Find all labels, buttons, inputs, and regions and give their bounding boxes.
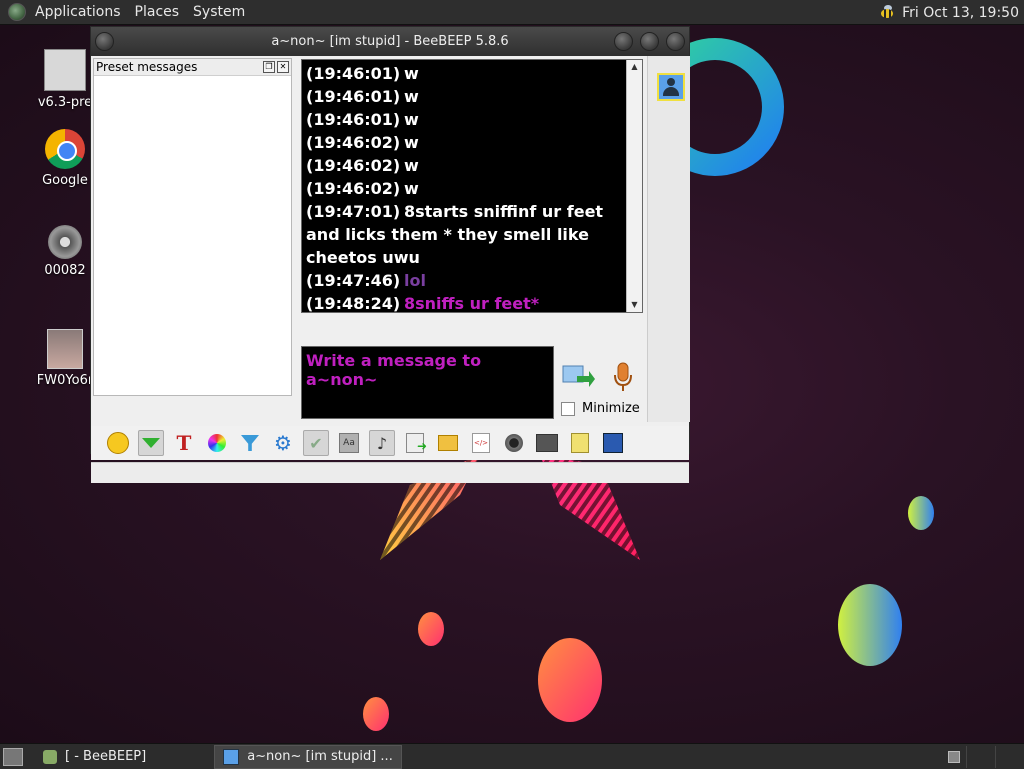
emoticon-icon[interactable] bbox=[105, 430, 131, 456]
close-panel-icon[interactable]: ✕ bbox=[277, 61, 289, 73]
system-tray: Fri Oct 13, 19:50 bbox=[878, 0, 1024, 25]
minimize-button[interactable] bbox=[614, 32, 633, 51]
user-list-panel bbox=[647, 56, 690, 422]
taskbar-item-label: a~non~ [im stupid] ... bbox=[247, 749, 393, 764]
user-avatar-icon[interactable] bbox=[657, 73, 685, 101]
save-icon[interactable] bbox=[600, 430, 626, 456]
send-file-icon[interactable]: ➜ bbox=[402, 430, 428, 456]
message-timestamp: (19:48:24) bbox=[306, 294, 401, 313]
history-icon[interactable] bbox=[534, 430, 560, 456]
message-timestamp: (19:47:46) bbox=[306, 271, 401, 290]
message-text: w bbox=[404, 64, 419, 83]
send-icon[interactable] bbox=[561, 362, 595, 390]
chat-message: (19:46:01) w bbox=[306, 62, 624, 85]
user-app-icon bbox=[223, 748, 240, 765]
preset-messages-panel: Preset messages ❐ ✕ bbox=[93, 58, 292, 396]
chat-scrollbar[interactable]: ▲ ▼ bbox=[626, 60, 642, 312]
filter-icon[interactable] bbox=[237, 430, 263, 456]
workspace-3[interactable] bbox=[995, 745, 1024, 768]
message-text: w bbox=[404, 179, 419, 198]
message-timestamp: (19:46:01) bbox=[306, 64, 401, 83]
menu-applications[interactable]: Applications bbox=[28, 4, 128, 20]
html-icon[interactable]: </> bbox=[468, 430, 494, 456]
workspace-switcher bbox=[948, 744, 1024, 769]
minimize-option[interactable]: Minimize bbox=[561, 401, 640, 416]
chat-message: (19:46:01) w bbox=[306, 108, 624, 131]
chat-history[interactable]: (19:46:01) w (19:46:01) w (19:46:01) w (19:46:… bbox=[301, 59, 643, 313]
share-folder-icon[interactable] bbox=[435, 430, 461, 456]
clock[interactable]: Fri Oct 13, 19:50 bbox=[902, 5, 1024, 21]
message-timestamp: (19:46:02) bbox=[306, 133, 401, 152]
dictionary-icon[interactable]: Aa bbox=[336, 430, 362, 456]
film-reel-icon bbox=[48, 225, 82, 259]
workspace-2[interactable] bbox=[966, 745, 995, 768]
color-picker-icon[interactable] bbox=[204, 430, 230, 456]
top-panel: Applications Places System Fri Oct 13, 1… bbox=[0, 0, 1024, 25]
chat-message: (19:46:02) w bbox=[306, 154, 624, 177]
message-timestamp: (19:46:01) bbox=[306, 110, 401, 129]
chat-message: (19:47:46) lol bbox=[306, 269, 624, 292]
message-text: w bbox=[404, 156, 419, 175]
chat-message: (19:48:24) 8sniffs ur feet* bbox=[306, 292, 624, 315]
taskbar-item-chat[interactable]: a~non~ [im stupid] ... bbox=[214, 744, 402, 769]
font-icon[interactable]: T bbox=[171, 430, 197, 456]
message-text: lol bbox=[404, 271, 426, 290]
notes-icon[interactable] bbox=[567, 430, 593, 456]
taskbar-item-beebeep[interactable]: [ - BeeBEEP] bbox=[35, 746, 154, 768]
message-input-placeholder: Write a message to a~non~ bbox=[306, 351, 482, 389]
float-panel-icon[interactable]: ❐ bbox=[263, 61, 275, 73]
menu-places[interactable]: Places bbox=[128, 4, 187, 20]
chat-message: (19:47:01) 8starts sniffinf ur feet and l… bbox=[306, 200, 624, 269]
settings-gear-icon[interactable]: ⚙ bbox=[270, 430, 296, 456]
menu-system[interactable]: System bbox=[186, 4, 252, 20]
close-button[interactable] bbox=[666, 32, 685, 51]
workspace-1[interactable] bbox=[948, 750, 960, 763]
distro-logo-icon[interactable] bbox=[8, 3, 26, 21]
home-folder-icon bbox=[44, 49, 86, 91]
taskbar-item-label: [ - BeeBEEP] bbox=[65, 749, 147, 764]
beebeep-tray-icon[interactable] bbox=[878, 4, 896, 21]
chat-message: (19:46:02) w bbox=[306, 177, 624, 200]
top-menu: Applications Places System bbox=[28, 0, 252, 25]
window-content: Preset messages ❐ ✕ (19:46:01) w (19:46:01… bbox=[91, 56, 690, 483]
preset-panel-title: Preset messages bbox=[96, 60, 198, 74]
beebeep-app-icon bbox=[43, 749, 57, 764]
maximize-button[interactable] bbox=[640, 32, 659, 51]
scroll-down-icon[interactable]: ▼ bbox=[627, 298, 642, 312]
window-menu-button[interactable] bbox=[95, 32, 114, 51]
spellcheck-icon[interactable]: ✔ bbox=[303, 430, 329, 456]
chat-window: a~non~ [im stupid] - BeeBEEP 5.8.6 Prese… bbox=[90, 26, 690, 483]
message-timestamp: (19:46:02) bbox=[306, 179, 401, 198]
music-note-icon[interactable]: ♪ bbox=[369, 430, 395, 456]
message-text: 8sniffs ur feet* bbox=[404, 294, 540, 313]
presence-icon[interactable] bbox=[138, 430, 164, 456]
minimize-checkbox[interactable] bbox=[561, 401, 575, 416]
message-text: w bbox=[404, 110, 419, 129]
screenshot-icon[interactable] bbox=[501, 430, 527, 456]
message-timestamp: (19:46:02) bbox=[306, 156, 401, 175]
chat-message: (19:46:01) w bbox=[306, 85, 624, 108]
message-text: w bbox=[404, 133, 419, 152]
message-timestamp: (19:47:01) bbox=[306, 202, 401, 221]
show-desktop-icon[interactable] bbox=[3, 747, 23, 766]
microphone-icon[interactable] bbox=[611, 361, 635, 393]
message-text: w bbox=[404, 87, 419, 106]
message-input[interactable]: Write a message to a~non~ bbox=[301, 346, 554, 419]
photo-thumbnail-icon bbox=[47, 329, 83, 369]
scroll-up-icon[interactable]: ▲ bbox=[627, 60, 642, 74]
message-timestamp: (19:46:01) bbox=[306, 87, 401, 106]
window-titlebar[interactable]: a~non~ [im stupid] - BeeBEEP 5.8.6 bbox=[91, 27, 689, 56]
chat-message: (19:46:02) w bbox=[306, 131, 624, 154]
status-bar bbox=[91, 462, 689, 483]
chrome-icon bbox=[45, 129, 85, 169]
window-title: a~non~ [im stupid] - BeeBEEP 5.8.6 bbox=[271, 34, 509, 49]
chat-toolbar: T ⚙ ✔ Aa ♪ ➜ </> bbox=[91, 426, 689, 460]
minimize-label: Minimize bbox=[582, 401, 640, 416]
preset-panel-header: Preset messages ❐ ✕ bbox=[94, 59, 291, 76]
message-list: (19:46:01) w (19:46:01) w (19:46:01) w (19:46:… bbox=[306, 62, 624, 315]
bottom-panel: [ - BeeBEEP] a~non~ [im stupid] ... bbox=[0, 743, 1024, 769]
